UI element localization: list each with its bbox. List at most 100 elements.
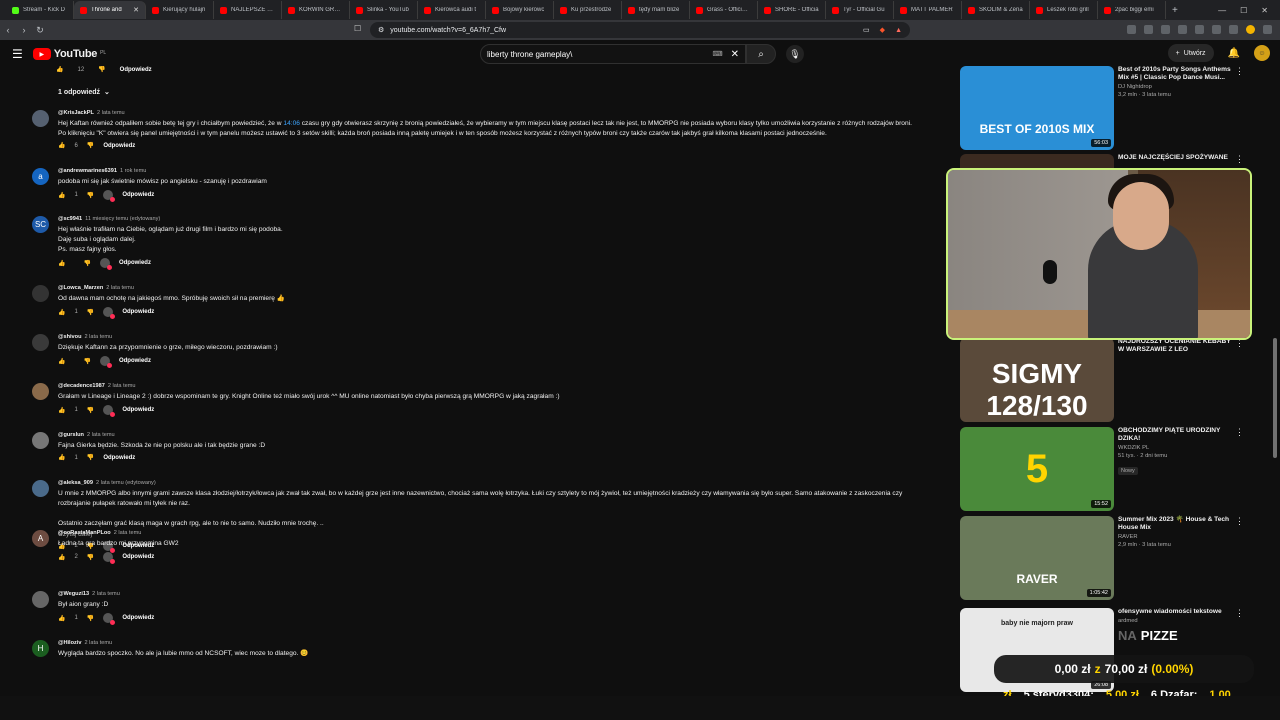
commenter-avatar[interactable]: a xyxy=(32,168,49,185)
like-icon[interactable]: 👍 xyxy=(56,66,63,73)
dislike-icon[interactable]: 👎 xyxy=(87,615,94,622)
browser-tab[interactable]: Ślinka - YouTub xyxy=(350,1,418,19)
comment-author[interactable]: @Weguzi13 xyxy=(58,591,89,597)
reply-button[interactable]: Odpowiedz xyxy=(120,67,152,73)
comment-time[interactable]: 2 lata temu xyxy=(84,334,112,340)
close-window-icon[interactable]: ✕ xyxy=(1261,6,1268,15)
browser-tab[interactable]: SHORE - Officia xyxy=(758,1,826,19)
forward-icon[interactable]: › xyxy=(16,25,32,35)
more-actions-icon[interactable]: ⋮ xyxy=(1235,516,1244,527)
bookmark-icon[interactable]: ☐ xyxy=(354,24,361,33)
close-tab-icon[interactable]: ✕ xyxy=(133,6,139,14)
reply-button[interactable]: Odpowiedz xyxy=(122,615,154,621)
comment-time[interactable]: 1 rok temu xyxy=(120,168,146,174)
commenter-avatar[interactable]: H xyxy=(32,640,49,657)
more-actions-icon[interactable]: ⋮ xyxy=(1235,427,1244,438)
like-icon[interactable]: 👍 xyxy=(58,142,65,149)
reply-button[interactable]: Odpowiedz xyxy=(103,143,135,149)
more-actions-icon[interactable]: ⋮ xyxy=(947,480,950,491)
new-tab-icon[interactable]: + xyxy=(1166,5,1184,16)
browser-tab[interactable]: tędy mam bliże xyxy=(622,1,690,19)
comment-author[interactable]: @andrewmarines6391 xyxy=(58,168,117,174)
video-title[interactable]: NAJDROŻSZY OCENIANIE KEBABY W WARSZAWIE … xyxy=(1118,338,1236,354)
video-title[interactable]: ofensywne wiadomości tekstowe xyxy=(1118,608,1236,616)
dislike-icon[interactable]: 👎 xyxy=(87,454,94,461)
keyboard-icon[interactable]: ⌨ xyxy=(713,50,723,58)
comment-author[interactable]: @gurslun xyxy=(58,432,84,438)
cast-icon[interactable]: ▭ xyxy=(863,26,870,34)
comment-time[interactable]: 2 lata temu xyxy=(114,530,142,536)
reply-button[interactable]: Odpowiedz xyxy=(103,455,135,461)
extension-icon[interactable] xyxy=(1178,25,1187,34)
video-thumbnail[interactable]: BEST OF 2010S MIX 56:03 xyxy=(960,66,1114,150)
reply-button[interactable]: Odpowiedz xyxy=(122,554,154,560)
dislike-icon[interactable]: 👎 xyxy=(87,142,94,149)
search-button[interactable]: ⌕ xyxy=(746,44,776,64)
voice-search-button[interactable]: 🎙 xyxy=(786,45,804,63)
channel-name[interactable]: ardmed xyxy=(1118,618,1236,624)
commenter-avatar[interactable]: SC xyxy=(32,216,49,233)
comment-author[interactable]: @decadence1987 xyxy=(58,383,105,389)
comment-time[interactable]: 2 lata temu xyxy=(92,591,120,597)
comment-author[interactable]: @KrisJackPL xyxy=(58,110,94,116)
extension-icon[interactable] xyxy=(1144,25,1153,34)
dislike-icon[interactable]: 👎 xyxy=(87,407,94,414)
browser-tab[interactable]: Ku przestrodze xyxy=(554,1,622,19)
reply-button[interactable]: Odpowiedz xyxy=(122,192,154,198)
like-icon[interactable]: 👍 xyxy=(58,192,65,199)
page-scrollbar[interactable] xyxy=(1272,68,1278,696)
commenter-avatar[interactable] xyxy=(32,285,49,302)
commenter-avatar[interactable] xyxy=(32,591,49,608)
more-actions-icon[interactable]: ⋮ xyxy=(1235,154,1244,165)
create-button[interactable]: + Utwórz xyxy=(1167,44,1214,62)
profile-icon[interactable] xyxy=(1246,25,1255,34)
dislike-icon[interactable]: 👎 xyxy=(98,66,105,73)
browser-tab[interactable]: SKOLIM & Zena xyxy=(962,1,1030,19)
comment-time[interactable]: 2 lata temu xyxy=(87,432,115,438)
more-actions-icon[interactable]: ⋮ xyxy=(947,530,950,541)
comment-time[interactable]: 2 lata temu xyxy=(106,285,134,291)
extension-icon[interactable] xyxy=(1229,25,1238,34)
video-title[interactable]: MOJE NAJCZĘŚCIEJ SPOŻYWANE xyxy=(1118,154,1236,162)
like-icon[interactable]: 👍 xyxy=(58,615,65,622)
more-actions-icon[interactable]: ⋮ xyxy=(947,432,950,443)
comment-author[interactable]: @Hiloziv xyxy=(58,640,81,646)
comment-author[interactable]: @ooRastaManPLoo xyxy=(58,530,111,536)
like-icon[interactable]: 👍 xyxy=(58,554,65,561)
like-icon[interactable]: 👍 xyxy=(58,407,65,414)
browser-tab[interactable]: Stream - Kick D xyxy=(6,1,74,19)
recommended-video[interactable]: RAVER 1:05:42 Summer Mix 2023 🌴 House & Te… xyxy=(960,516,1250,602)
recommended-video[interactable]: BEST OF 2010S MIX 56:03 Best of 2010s Part… xyxy=(960,66,1250,152)
browser-tab[interactable]: NAJLEPSZE MO xyxy=(214,1,282,19)
comment-author[interactable]: @Lowca_Marzen xyxy=(58,285,103,291)
more-actions-icon[interactable]: ⋮ xyxy=(947,110,950,121)
rewards-icon[interactable]: ▲ xyxy=(895,27,902,34)
video-title[interactable]: Summer Mix 2023 🌴 House & Tech House Mix xyxy=(1118,516,1236,532)
comment-author[interactable]: @aleksa_909 xyxy=(58,480,93,486)
commenter-avatar[interactable]: A xyxy=(32,530,49,547)
browser-tab[interactable]: 2pac biggi emi xyxy=(1098,1,1166,19)
clear-search-icon[interactable]: ✕ xyxy=(731,49,739,60)
extension-icon[interactable] xyxy=(1195,25,1204,34)
notifications-bell-icon[interactable]: 🔔 xyxy=(1228,48,1240,59)
recommended-video[interactable]: SIGMY 128/130 NAJDROŻSZY OCENIANIE KEBABY… xyxy=(960,338,1250,424)
like-icon[interactable]: 👍 xyxy=(58,358,65,365)
recommended-video[interactable]: 5 15:52 OBCHODZIMY PIĄTE URODZINY DZIKA! WK… xyxy=(960,427,1250,513)
dislike-icon[interactable]: 👎 xyxy=(87,554,94,561)
dislike-icon[interactable]: 👎 xyxy=(87,309,94,316)
like-icon[interactable]: 👍 xyxy=(58,309,65,316)
comment-time[interactable]: 2 lata temu (edytowany) xyxy=(96,480,156,486)
address-bar[interactable]: ⚙ youtube.com/watch?v=6_6A7h7_Cfw ▭ ◆ ▲ xyxy=(370,22,910,38)
channel-name[interactable]: WKDZIK PL xyxy=(1118,445,1236,451)
extension-icon[interactable] xyxy=(1161,25,1170,34)
minimize-icon[interactable]: — xyxy=(1218,6,1226,15)
maximize-icon[interactable]: ☐ xyxy=(1240,6,1247,15)
comment-time[interactable]: 11 miesięcy temu (edytowany) xyxy=(85,216,160,222)
reply-button[interactable]: Odpowiedz xyxy=(119,260,151,266)
reply-button[interactable]: Odpowiedz xyxy=(119,358,151,364)
search-input[interactable]: liberty throne gameplay\ ⌨ ✕ xyxy=(480,44,746,64)
back-icon[interactable]: ‹ xyxy=(0,25,16,35)
site-info-icon[interactable]: ⚙ xyxy=(378,26,384,34)
dislike-icon[interactable]: 👎 xyxy=(87,192,94,199)
browser-tab[interactable]: Kierujący hulajn xyxy=(146,1,214,19)
